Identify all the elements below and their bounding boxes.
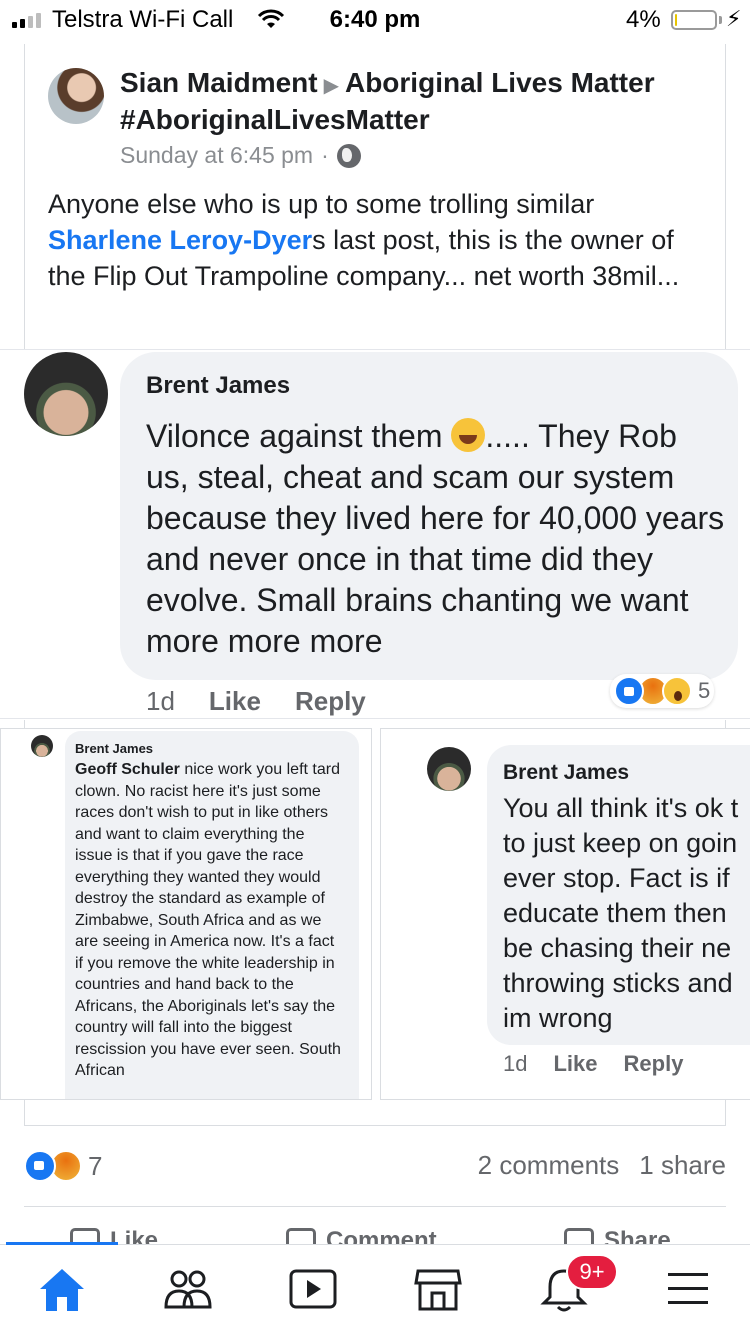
comment-bubble: Brent James Vilonce against them ..... T… [120, 352, 738, 680]
comment-reactions[interactable]: 5 [610, 674, 715, 708]
screenshot-mention: Geoff Schuler [75, 761, 180, 778]
like-reaction-icon [24, 1150, 56, 1182]
screenshot-commenter-name: Brent James [75, 741, 154, 756]
battery-icon [671, 10, 717, 30]
shares-count-link[interactable]: 1 share [639, 1150, 726, 1181]
commenter-avatar[interactable] [24, 352, 108, 436]
comment-like-button[interactable]: Like [209, 686, 261, 717]
screenshot-reply-label: Reply [623, 1051, 684, 1076]
comments-count-link[interactable]: 2 comments [478, 1150, 620, 1181]
post-reaction-count: 7 [88, 1150, 103, 1181]
meta-separator: · [321, 142, 329, 168]
screenshot-text-body: nice work you left tard clown. No racist… [75, 761, 341, 1079]
mention-link[interactable]: Sharlene Leroy-Dyer [48, 225, 312, 255]
attached-screenshot-right[interactable]: Brent James You all think it's ok t to j… [380, 728, 750, 1100]
divider [0, 718, 750, 719]
post-timestamp[interactable]: Sunday at 6:45 pm [120, 142, 313, 169]
post-meta: Sunday at 6:45 pm · [120, 142, 361, 169]
comment-text-start: Vilonce against them [146, 418, 452, 454]
screenshot-avatar [427, 747, 471, 791]
divider [0, 349, 750, 350]
screenshot-commenter-name: Brent James [503, 761, 630, 784]
screenshot-comment-text: You all think it's ok t to just keep on … [503, 793, 739, 1033]
screenshot-avatar [31, 735, 53, 757]
screenshot-comment-bubble: Brent James Geoff Schuler nice work you … [65, 731, 359, 1099]
screenshot-comment-time: 1d [503, 1051, 528, 1076]
tab-watch[interactable] [283, 1259, 343, 1319]
menu-icon [668, 1273, 708, 1304]
post-text-before: Anyone else who is up to some trolling s… [48, 189, 595, 219]
bolt-icon: ⚡ [726, 6, 742, 31]
comment-actions: 1d Like Reply [146, 686, 366, 717]
tab-friends[interactable] [158, 1259, 218, 1319]
post-stats: 7 2 comments 1 share [24, 1146, 726, 1186]
battery-level [675, 14, 677, 26]
tab-home[interactable] [32, 1259, 92, 1319]
post-text: Anyone else who is up to some trolling s… [48, 186, 708, 294]
friends-icon [164, 1270, 212, 1309]
post-engagement: 2 comments 1 share [478, 1150, 726, 1181]
marketplace-icon [414, 1269, 462, 1311]
post-reactions[interactable]: 7 [24, 1150, 102, 1182]
tab-marketplace[interactable] [408, 1259, 468, 1319]
laughing-emoji-icon [451, 418, 486, 452]
battery-nub [719, 16, 722, 24]
comment-reply-button[interactable]: Reply [295, 686, 366, 717]
watch-icon [289, 1269, 337, 1309]
battery-percent: 4% [626, 6, 661, 33]
wow-reaction-icon [662, 676, 692, 706]
notification-badge: 9+ [566, 1254, 618, 1290]
like-reaction-icon [614, 676, 644, 706]
home-icon [40, 1269, 84, 1311]
comment-time[interactable]: 1d [146, 686, 175, 717]
attached-screenshot-left[interactable]: Brent James Geoff Schuler nice work you … [0, 728, 372, 1100]
author-name[interactable]: Sian Maidment [120, 67, 318, 98]
tab-menu[interactable] [658, 1259, 718, 1319]
arrow-right-icon: ▶ [323, 75, 339, 97]
screenshot-comment-text: Geoff Schuler nice work you left tard cl… [75, 759, 345, 1082]
screenshot-like-label: Like [553, 1051, 598, 1076]
post-header: Sian Maidment ▶ Aboriginal Lives Matter #A… [120, 66, 710, 137]
reaction-count: 5 [698, 678, 711, 703]
comment-text: Vilonce against them ..... They Rob us, … [146, 416, 726, 662]
comment-text-rest: ..... They Rob us, steal, cheat and scam… [146, 418, 725, 659]
screenshot-comment-bubble: Brent James You all think it's ok t to j… [487, 745, 750, 1045]
active-tab-indicator [6, 1242, 118, 1245]
bottom-tab-bar [0, 1242, 750, 1334]
status-bar: Telstra Wi-Fi Call 6:40 pm 4% ⚡ [0, 0, 750, 40]
commenter-name[interactable]: Brent James [146, 372, 290, 400]
screenshot-comment-actions: 1d Like Reply [503, 1051, 683, 1077]
globe-icon [336, 143, 361, 168]
author-avatar[interactable] [48, 68, 104, 124]
